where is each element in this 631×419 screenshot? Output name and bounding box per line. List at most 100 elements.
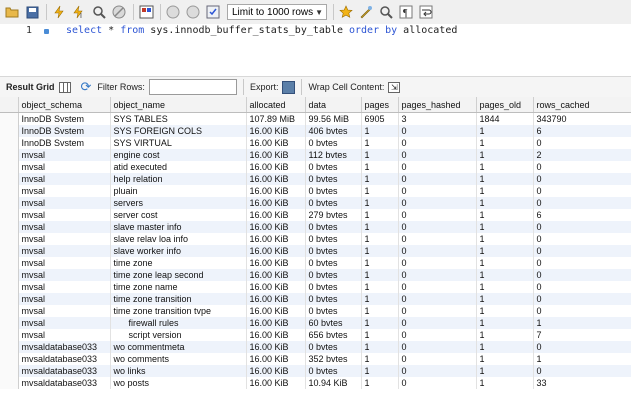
cell-pages[interactable]: 1 xyxy=(361,365,399,377)
cell-data[interactable]: 112 bvtes xyxy=(305,149,362,161)
cell-pages-old[interactable]: 1 xyxy=(476,293,534,305)
row-header[interactable] xyxy=(0,149,19,161)
cell-data[interactable]: 0 bvtes xyxy=(305,365,362,377)
cell-pages[interactable]: 1 xyxy=(361,245,399,257)
cell-pages[interactable]: 1 xyxy=(361,197,399,209)
cell-data[interactable]: 279 bvtes xyxy=(305,209,362,221)
cell-pages-hashed[interactable]: 0 xyxy=(398,377,477,389)
cell-rows-cached[interactable]: 1 xyxy=(533,353,631,365)
cell-allocated[interactable]: 16.00 KiB xyxy=(246,209,306,221)
result-grid-tab[interactable]: Result Grid xyxy=(6,82,55,92)
table-row[interactable]: mvsal time zone name 16.00 KiB 0 bvtes 1 0 1 0 xyxy=(0,281,631,293)
cell-data[interactable]: 0 bvtes xyxy=(305,185,362,197)
cell-pages-old[interactable]: 1 xyxy=(476,197,534,209)
open-folder-icon[interactable] xyxy=(4,4,20,20)
cell-allocated[interactable]: 16.00 KiB xyxy=(246,281,306,293)
cell-data[interactable]: 60 bvtes xyxy=(305,317,362,329)
row-header[interactable] xyxy=(0,341,19,353)
cell-allocated[interactable]: 16.00 KiB xyxy=(246,149,306,161)
cell-object-schema[interactable]: mvsal xyxy=(18,305,111,317)
cell-pages-old[interactable]: 1 xyxy=(476,185,534,197)
cell-data[interactable]: 10.94 KiB xyxy=(305,377,362,389)
cell-object-schema[interactable]: mvsaldatabase033 xyxy=(18,377,111,389)
cell-pages[interactable]: 1 xyxy=(361,185,399,197)
refresh-icon[interactable]: ⟳ xyxy=(81,79,92,95)
find-icon[interactable] xyxy=(378,4,394,20)
cell-allocated[interactable]: 16.00 KiB xyxy=(246,341,306,353)
row-header[interactable] xyxy=(0,293,19,305)
cell-rows-cached[interactable]: 343790 xyxy=(533,112,631,125)
cell-data[interactable]: 0 bvtes xyxy=(305,221,362,233)
cell-pages[interactable]: 1 xyxy=(361,125,399,137)
table-row[interactable]: mvsal slave worker info 16.00 KiB 0 bvtes 1 0… xyxy=(0,245,631,257)
cell-allocated[interactable]: 16.00 KiB xyxy=(246,221,306,233)
row-header[interactable] xyxy=(0,329,19,341)
table-row[interactable]: mvsal pluain 16.00 KiB 0 bvtes 1 0 1 0 xyxy=(0,185,631,197)
column-header-pages-hashed[interactable]: pages_hashed xyxy=(398,97,477,113)
cell-allocated[interactable]: 16.00 KiB xyxy=(246,173,306,185)
cell-pages-hashed[interactable]: 0 xyxy=(398,125,477,137)
cell-rows-cached[interactable]: 0 xyxy=(533,293,631,305)
table-row[interactable]: mvsal slave relav loa info 16.00 KiB 0 bvte… xyxy=(0,233,631,245)
cell-rows-cached[interactable]: 2 xyxy=(533,149,631,161)
cell-allocated[interactable]: 16.00 KiB xyxy=(246,317,306,329)
autocommit-icon[interactable] xyxy=(205,4,221,20)
cell-pages-old[interactable]: 1 xyxy=(476,341,534,353)
table-row[interactable]: mvsal help relation 16.00 KiB 0 bvtes 1 0 1 0 xyxy=(0,173,631,185)
cell-pages-old[interactable]: 1 xyxy=(476,257,534,269)
cell-object-name[interactable]: server cost xyxy=(110,209,247,221)
cell-pages-hashed[interactable]: 3 xyxy=(398,112,477,125)
cell-allocated[interactable]: 16.00 KiB xyxy=(246,353,306,365)
cell-object-schema[interactable]: mvsal xyxy=(18,281,111,293)
cell-object-name[interactable]: script version xyxy=(110,329,247,341)
cell-pages[interactable]: 6905 xyxy=(361,112,399,125)
cell-object-schema[interactable]: InnoDB Svstem xyxy=(18,137,111,149)
cell-object-name[interactable]: time zone transition tvpe xyxy=(110,305,247,317)
filter-rows-input[interactable] xyxy=(148,79,237,95)
cell-pages[interactable]: 1 xyxy=(361,161,399,173)
cell-object-schema[interactable]: mvsal xyxy=(18,233,111,245)
row-header[interactable] xyxy=(0,233,19,245)
invisible-chars-icon[interactable]: ¶ xyxy=(398,4,414,20)
cell-object-name[interactable]: servers xyxy=(110,197,247,209)
cell-object-name[interactable]: time zone transition xyxy=(110,293,247,305)
cell-pages[interactable]: 1 xyxy=(361,257,399,269)
cell-data[interactable]: 0 bvtes xyxy=(305,173,362,185)
cell-pages-hashed[interactable]: 0 xyxy=(398,197,477,209)
cell-allocated[interactable]: 16.00 KiB xyxy=(246,185,306,197)
table-row[interactable]: mvsal time zone transition tvpe 16.00 KiB 0… xyxy=(0,305,631,317)
table-row[interactable]: mvsal time zone leap second 16.00 KiB 0 bvt… xyxy=(0,269,631,281)
cell-pages-old[interactable]: 1 xyxy=(476,353,534,365)
cell-pages[interactable]: 1 xyxy=(361,137,399,149)
cell-data[interactable]: 0 bvtes xyxy=(305,269,362,281)
table-row[interactable]: InnoDB Svstem SYS TABLES 107.89 MiB 99.56 M… xyxy=(0,112,631,125)
cell-pages-hashed[interactable]: 0 xyxy=(398,245,477,257)
table-row[interactable]: mvsal server cost 16.00 KiB 279 bvtes 1 0 1 6 xyxy=(0,209,631,221)
cell-rows-cached[interactable]: 6 xyxy=(533,209,631,221)
cell-object-name[interactable]: pluain xyxy=(110,185,247,197)
cell-pages-hashed[interactable]: 0 xyxy=(398,149,477,161)
cell-pages[interactable]: 1 xyxy=(361,173,399,185)
cell-object-name[interactable]: wo posts xyxy=(110,377,247,389)
wrap-icon[interactable] xyxy=(418,4,434,20)
cell-object-schema[interactable]: mvsal xyxy=(18,317,111,329)
table-row[interactable]: mvsal script version 16.00 KiB 656 bvtes 1 0 1… xyxy=(0,329,631,341)
row-header[interactable] xyxy=(0,365,19,377)
cell-pages-old[interactable]: 1 xyxy=(476,149,534,161)
cell-rows-cached[interactable]: 7 xyxy=(533,329,631,341)
cell-data[interactable]: 0 bvtes xyxy=(305,281,362,293)
cell-object-schema[interactable]: mvsaldatabase033 xyxy=(18,353,111,365)
cell-pages-old[interactable]: 1 xyxy=(476,329,534,341)
cell-allocated[interactable]: 16.00 KiB xyxy=(246,365,306,377)
cell-allocated[interactable]: 16.00 KiB xyxy=(246,233,306,245)
explain-icon[interactable] xyxy=(91,4,107,20)
cell-object-schema[interactable]: mvsal xyxy=(18,293,111,305)
column-header-object-schema[interactable]: object_schema xyxy=(18,97,111,113)
stop-icon[interactable] xyxy=(111,4,127,20)
cell-object-name[interactable]: time zone leap second xyxy=(110,269,247,281)
cell-pages-hashed[interactable]: 0 xyxy=(398,233,477,245)
cell-rows-cached[interactable]: 0 xyxy=(533,173,631,185)
cell-object-name[interactable]: engine cost xyxy=(110,149,247,161)
cell-object-schema[interactable]: mvsal xyxy=(18,173,111,185)
cell-pages[interactable]: 1 xyxy=(361,341,399,353)
